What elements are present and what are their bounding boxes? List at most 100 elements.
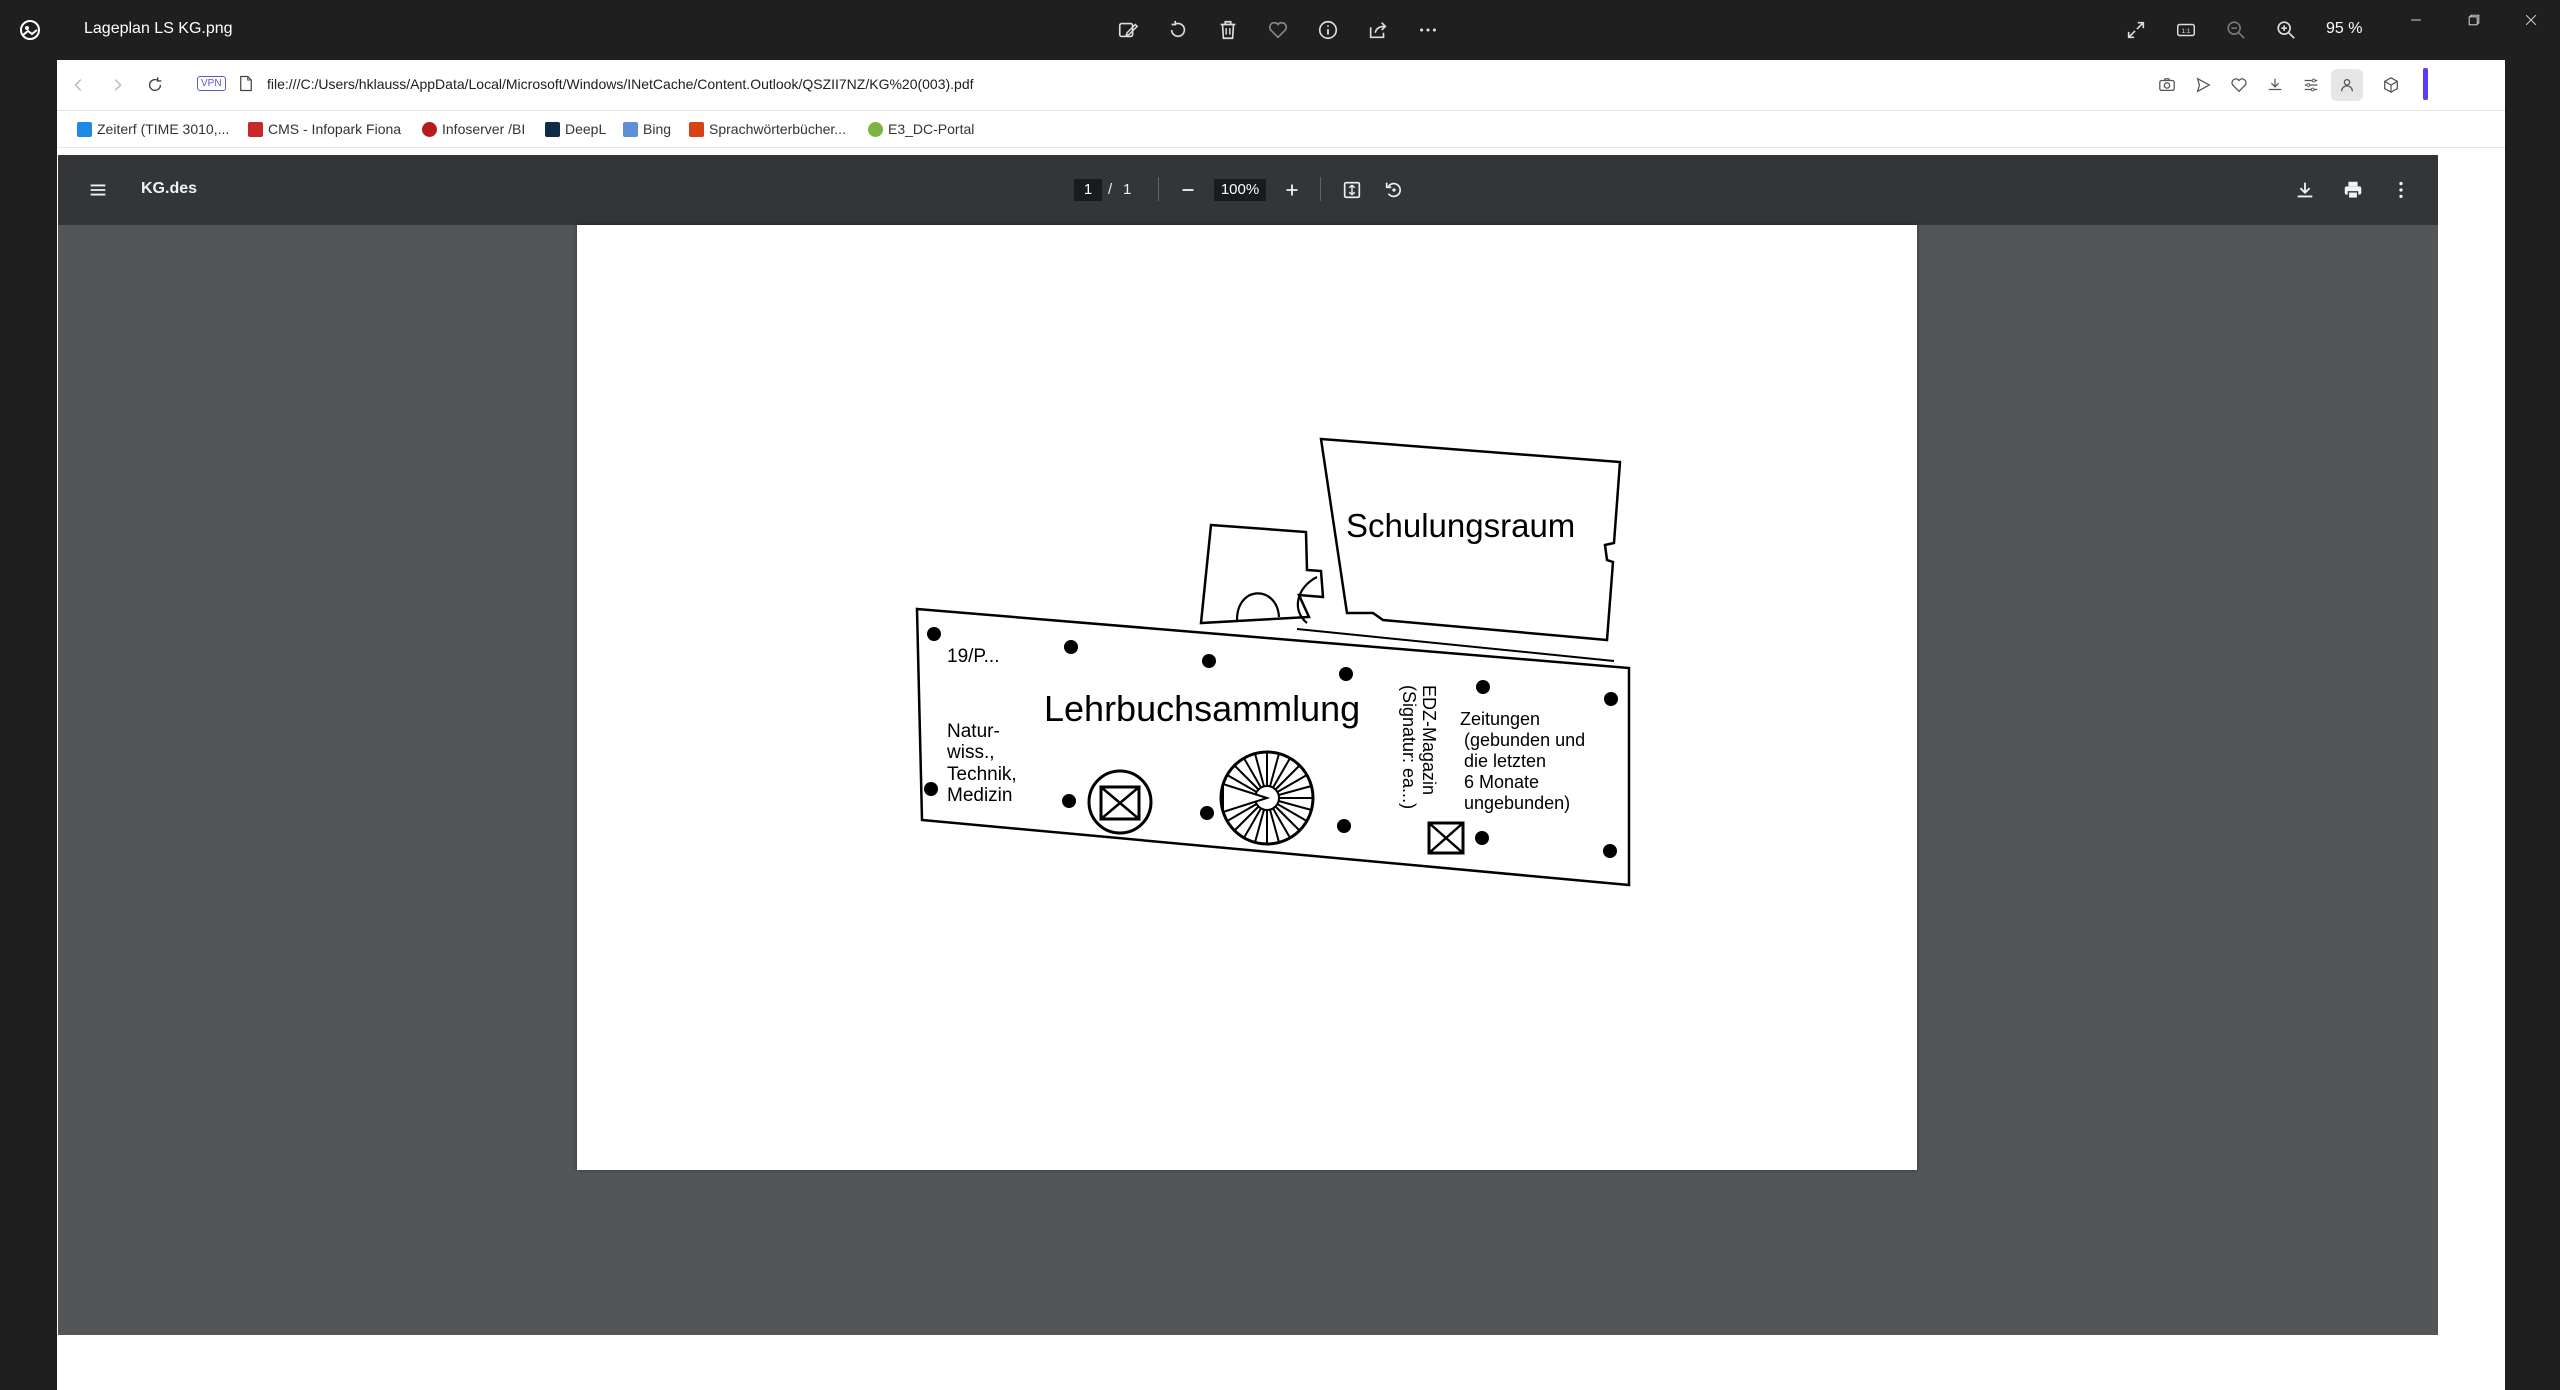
minus-icon: [1182, 189, 1194, 191]
bookmark-item[interactable]: Bing: [623, 121, 671, 137]
actual-size-icon: 1:1: [2177, 23, 2195, 37]
page-separator: /: [1108, 181, 1113, 198]
fit-page-button[interactable]: [1334, 172, 1370, 208]
bookmark-item[interactable]: DeepL: [545, 121, 606, 137]
fullscreen-button[interactable]: [2116, 10, 2156, 50]
cube-icon: [2384, 77, 2398, 93]
pdf-menu-button[interactable]: [80, 172, 116, 208]
printer-icon: [2344, 181, 2362, 199]
arrow-left-icon: [74, 79, 82, 91]
pdf-page: Schulungsraum Lehrbuchsammlung 19/P... N…: [577, 225, 1917, 1170]
page-number-input[interactable]: 1: [1074, 179, 1102, 201]
toolbar-divider: [1320, 177, 1321, 201]
favorite-button[interactable]: [1258, 10, 1298, 50]
profile-button[interactable]: [2331, 69, 2363, 101]
bookmark-item[interactable]: Zeiterf (TIME 3010,...: [77, 121, 229, 137]
pdf-zoom-input[interactable]: 100%: [1214, 179, 1266, 201]
room-label-schulungsraum: Schulungsraum: [1346, 507, 1575, 544]
restore-icon: [2468, 14, 2480, 26]
close-window-button[interactable]: [2502, 0, 2560, 40]
svg-text:Natur-: Natur-: [947, 721, 1000, 742]
fit-page-icon: [1343, 181, 1361, 199]
viewer-background: [2505, 60, 2560, 1390]
zoom-out-button[interactable]: [2216, 10, 2256, 50]
url-field[interactable]: file:///C:/Users/hklauss/AppData/Local/M…: [267, 76, 974, 92]
bookmark-item[interactable]: E3_DC-Portal: [868, 121, 974, 137]
pdf-toolbar: KG.des 1 / 1 100%: [58, 155, 2438, 225]
hamburger-icon: [90, 184, 106, 196]
svg-text:die letzten: die letzten: [1464, 751, 1546, 771]
downloads-button[interactable]: [2259, 69, 2291, 101]
bookmark-item[interactable]: Infoserver /BI: [422, 121, 525, 137]
edit-image-button[interactable]: [1108, 10, 1148, 50]
svg-text:Medizin: Medizin: [947, 785, 1012, 806]
pdf-download-button[interactable]: [2287, 172, 2323, 208]
svg-text:wiss.,: wiss.,: [946, 742, 995, 763]
viewer-title-bar: Lageplan LS KG.png 1:1 95 %: [0, 0, 2560, 60]
restore-button[interactable]: [2445, 0, 2503, 40]
pdf-viewer-body: Schulungsraum Lehrbuchsammlung 19/P... N…: [58, 225, 2438, 1335]
vpn-badge[interactable]: VPN: [197, 76, 226, 91]
svg-text:EDZ-Magazin: EDZ-Magazin: [1419, 685, 1439, 795]
svg-text:Technik,: Technik,: [947, 764, 1017, 785]
expand-icon: [2127, 21, 2145, 39]
svg-text:1:1: 1:1: [2182, 28, 2191, 35]
share-icon: [1369, 22, 1387, 39]
edz-magazin-label: EDZ-Magazin (Signatur: ea...): [1399, 685, 1439, 809]
send-button[interactable]: [2187, 69, 2219, 101]
send-icon: [2196, 77, 2211, 93]
plus-icon: [1286, 184, 1298, 196]
rotate-button[interactable]: [1158, 10, 1198, 50]
pdf-more-button[interactable]: [2383, 172, 2419, 208]
room-label-lehrbuchsammlung: Lehrbuchsammlung: [1044, 688, 1360, 729]
svg-text:6 Monate: 6 Monate: [1464, 772, 1539, 792]
page-icon: [239, 75, 253, 97]
share-button[interactable]: [1358, 10, 1398, 50]
actual-size-button[interactable]: 1:1: [2166, 10, 2206, 50]
user-icon: [2340, 78, 2354, 92]
pdf-zoom-in-button[interactable]: [1274, 172, 1310, 208]
forward-button[interactable]: [101, 69, 133, 101]
camera-icon: [2159, 78, 2175, 92]
viewer-file-title: Lageplan LS KG.png: [84, 20, 233, 37]
rotate-page-button[interactable]: [1376, 172, 1412, 208]
rotate-icon: [1170, 20, 1186, 38]
more-vertical-icon: [2399, 181, 2403, 199]
bookmark-favicon-icon: [248, 121, 263, 137]
svg-text:ungebunden): ungebunden): [1464, 793, 1570, 813]
viewer-zoom-level: 95 %: [2326, 20, 2363, 37]
svg-text:(gebunden und: (gebunden und: [1464, 730, 1585, 750]
more-options-button[interactable]: [1408, 10, 1448, 50]
pdf-file-name: KG.des: [141, 180, 198, 197]
rotate-counterclockwise-icon: [1385, 182, 1401, 198]
sliders-icon: [2304, 78, 2318, 92]
bookmark-item[interactable]: Sprachwörterbücher...: [689, 121, 846, 137]
more-horizontal-icon: [1420, 28, 1436, 32]
pdf-zoom-out-button[interactable]: [1170, 172, 1206, 208]
photos-app-icon: [18, 18, 42, 42]
back-button[interactable]: [63, 69, 95, 101]
pdf-print-button[interactable]: [2335, 172, 2371, 208]
toolbar-divider: [1158, 177, 1159, 201]
download-icon: [2297, 182, 2313, 198]
extensions-button[interactable]: [2375, 69, 2407, 101]
minimize-button[interactable]: [2387, 0, 2445, 40]
heart-icon: [2231, 78, 2247, 93]
info-button[interactable]: [1308, 10, 1348, 50]
heart-icon: [1268, 21, 1288, 39]
bookmark-heart-button[interactable]: [2223, 69, 2255, 101]
bookmarks-bar: Zeiterf (TIME 3010,... CMS - Infopark Fi…: [57, 111, 2505, 148]
screenshot-button[interactable]: [2151, 69, 2183, 101]
bookmark-item[interactable]: CMS - Infopark Fiona: [248, 121, 401, 137]
close-icon: [2525, 14, 2537, 26]
delete-button[interactable]: [1208, 10, 1248, 50]
sidebar-indicator: [2423, 68, 2428, 100]
download-icon: [2268, 78, 2282, 91]
easy-setup-button[interactable]: [2295, 69, 2327, 101]
svg-text:(Signatur: ea...): (Signatur: ea...): [1399, 685, 1419, 809]
info-icon: [1318, 20, 1338, 40]
reload-button[interactable]: [139, 69, 171, 101]
displayed-image: VPN file:///C:/Users/hklauss/AppData/Loc…: [57, 60, 2505, 1390]
entrance-room-outline: [1199, 523, 1325, 625]
zoom-in-button[interactable]: [2266, 10, 2306, 50]
